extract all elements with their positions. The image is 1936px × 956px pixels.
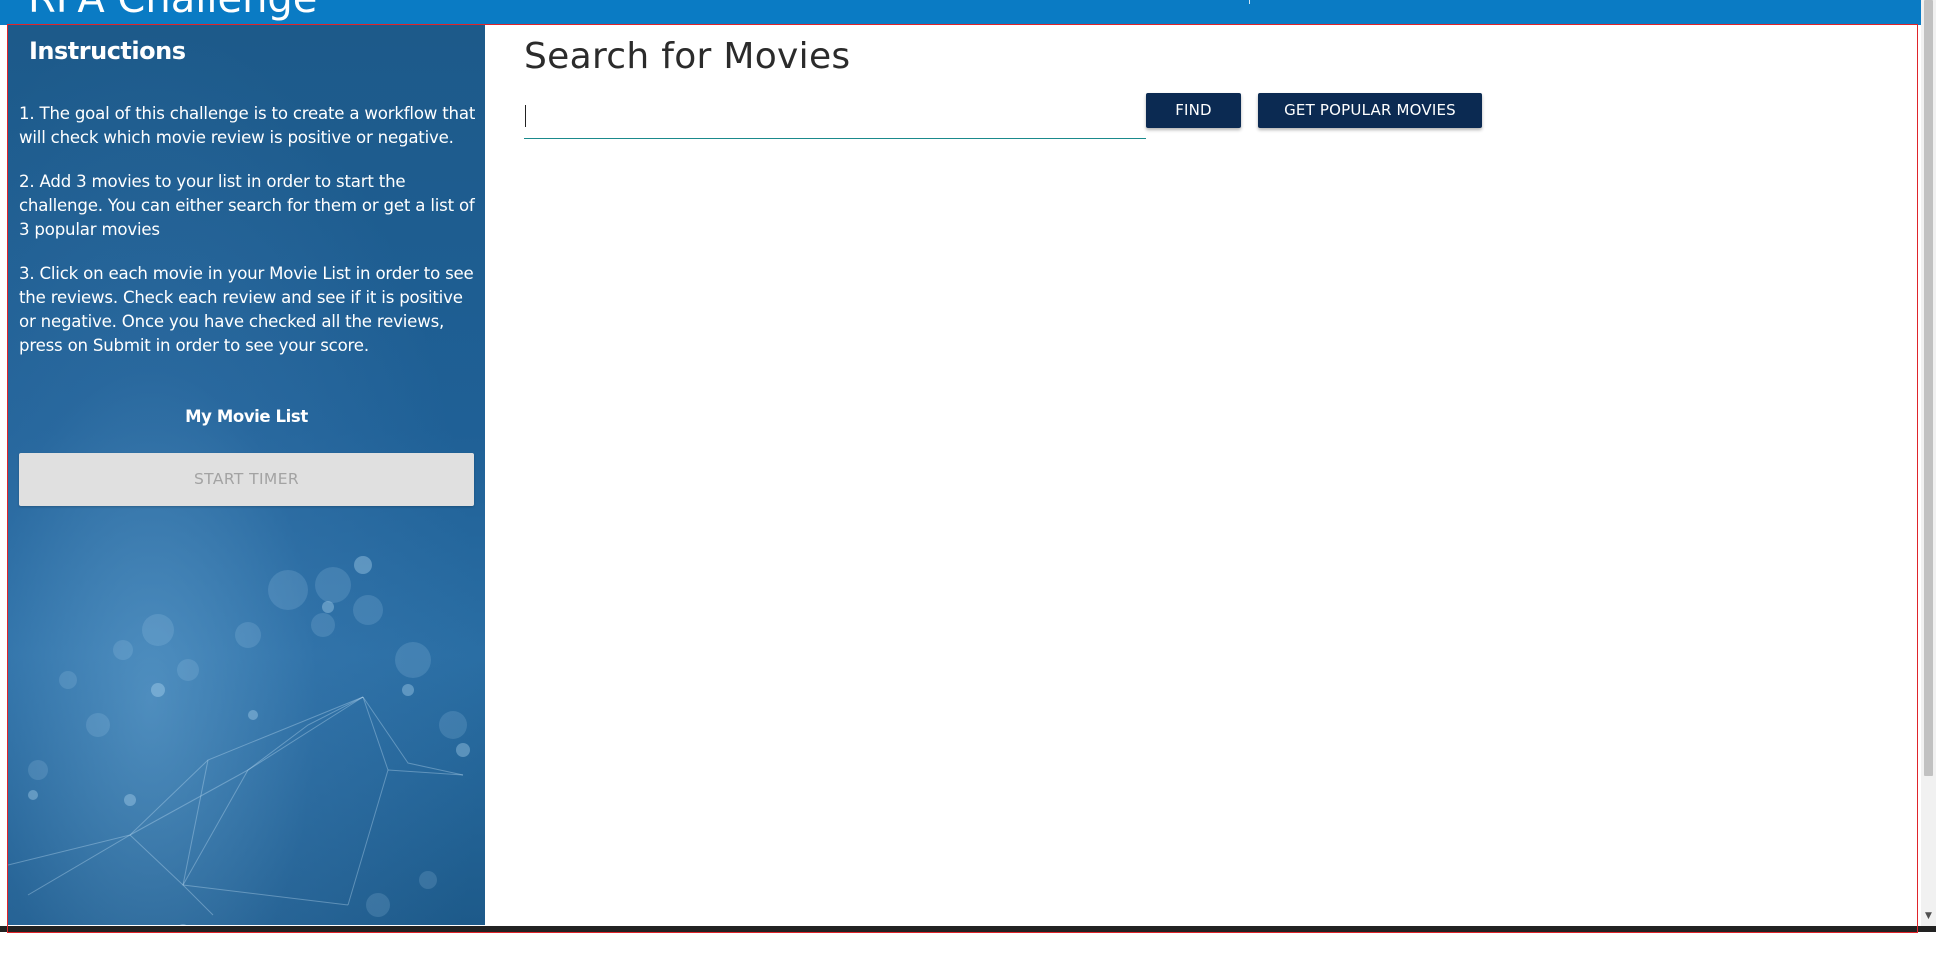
movie-list-title: My Movie List	[185, 407, 308, 426]
movie-search-input[interactable]	[524, 95, 1146, 139]
start-timer-button[interactable]: START TIMER	[19, 453, 474, 506]
text-caret	[525, 105, 526, 127]
get-popular-movies-button[interactable]: GET POPULAR MOVIES	[1258, 93, 1482, 128]
app-header: RPA Challenge	[0, 0, 1921, 25]
header-divider	[1249, 0, 1250, 4]
instruction-step-3: 3. Click on each movie in your Movie Lis…	[19, 264, 474, 355]
bottom-bar	[0, 926, 1936, 932]
app-title: RPA Challenge	[28, 0, 317, 22]
instruction-step-2: 2. Add 3 movies to your list in order to…	[19, 172, 475, 239]
page-title: Search for Movies	[524, 36, 851, 77]
instructions-sidebar: Instructions 1. The goal of this challen…	[8, 25, 485, 925]
instructions-heading: Instructions	[29, 37, 186, 65]
scrollbar-thumb[interactable]	[1924, 0, 1933, 776]
scroll-down-arrow-icon[interactable]: ▼	[1921, 909, 1936, 924]
instruction-step-1: 1. The goal of this challenge is to crea…	[19, 104, 476, 147]
find-button[interactable]: FIND	[1146, 93, 1241, 128]
